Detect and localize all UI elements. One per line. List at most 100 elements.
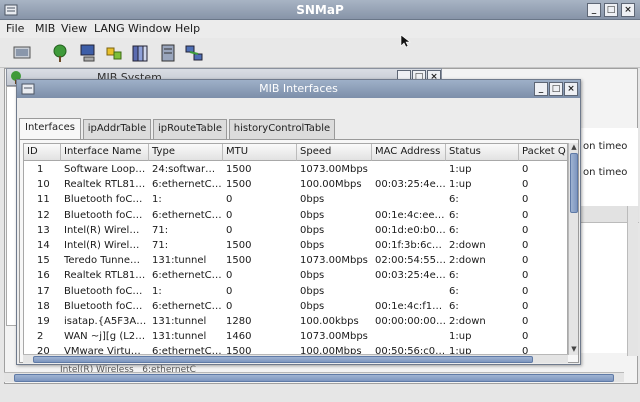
- table-row[interactable]: 16 Realtek RTL81… 6:ethernetC… 0 0bps 00:03:2…: [24, 268, 567, 283]
- table-cell: Bluetooth foC…: [64, 194, 143, 206]
- table-cell: 6:: [449, 209, 459, 221]
- vertical-scroll-thumb[interactable]: [570, 153, 578, 213]
- table-cell: 71:: [152, 240, 169, 251]
- scroll-up-icon[interactable]: ▲: [569, 143, 579, 152]
- column-header[interactable]: Speed: [297, 144, 372, 161]
- column-header[interactable]: Status: [446, 144, 519, 161]
- table-cell: 0bps: [300, 209, 325, 221]
- menu-file[interactable]: File: [6, 22, 24, 35]
- table-cell: 0: [522, 164, 529, 175]
- table-cell: 2:down: [449, 255, 486, 267]
- computer-icon[interactable]: [78, 43, 98, 63]
- menu-help[interactable]: Help: [175, 22, 200, 35]
- table-cell: 00:1d:e0:b0…: [375, 224, 446, 236]
- table-row[interactable]: 19 isatap.{A5F3A… 131:tunnel 1280 100.00kbps…: [24, 314, 567, 329]
- interfaces-table: ID Interface Name Type MTU Speed MAC Address S…: [23, 143, 568, 355]
- menu-view[interactable]: View: [61, 22, 87, 35]
- table-cell: 6:ethernetC…: [152, 300, 222, 312]
- table-cell: 0bps: [300, 194, 325, 206]
- tab-interfaces[interactable]: Interfaces: [19, 118, 81, 140]
- close-button[interactable]: ×: [621, 3, 635, 17]
- network-icon[interactable]: [184, 43, 204, 63]
- table-cell: Software Loop…: [64, 164, 146, 175]
- table-row[interactable]: 2 WAN ~j][g (L2… 131:tunnel 1460 1073.00Mbps…: [24, 329, 567, 344]
- table-cell: 02:00:54:55…: [375, 255, 446, 267]
- column-header[interactable]: MTU: [223, 144, 297, 161]
- table-cell: 1500: [226, 179, 252, 191]
- column-header[interactable]: MAC Address: [372, 144, 446, 161]
- horizontal-scroll-thumb[interactable]: [33, 356, 533, 363]
- app-menu-icon[interactable]: [4, 3, 18, 17]
- table-vertical-scrollbar[interactable]: ▲ ▼: [568, 143, 578, 355]
- table-cell: 00:00:00:00…: [375, 316, 446, 327]
- table-horizontal-scrollbar[interactable]: [23, 354, 568, 363]
- menu-lang[interactable]: LANG: [94, 22, 125, 35]
- table-row[interactable]: 17 Bluetooth foC… 1: 0 0bps 6: 0: [24, 284, 567, 299]
- window-menu-icon[interactable]: [21, 82, 35, 96]
- table-cell: 00:1f:3b:6c…: [375, 240, 442, 251]
- tab-iproutetable[interactable]: ipRouteTable: [153, 119, 227, 139]
- column-header[interactable]: Interface Name: [61, 144, 149, 161]
- interfaces-maximize-button[interactable]: □: [549, 82, 563, 96]
- table-cell: 6:: [449, 285, 459, 297]
- table-cell: 13: [37, 224, 50, 236]
- table-cell: 131:tunnel: [152, 331, 207, 343]
- column-header[interactable]: Type: [149, 144, 223, 161]
- table-row[interactable]: 1 Software Loop… 24:softwar… 1500 1073.00Mbp…: [24, 162, 567, 177]
- table-cell: [372, 192, 446, 207]
- table-cell: 0: [522, 255, 529, 267]
- main-horizontal-scroll-thumb[interactable]: [14, 374, 614, 382]
- menu-window[interactable]: Window: [128, 22, 171, 35]
- table-row[interactable]: 14 Intel(R) Wirel… 71: 1500 0bps 00:1f:3b:6c……: [24, 238, 567, 253]
- table-row[interactable]: 15 Teredo Tunne… 131:tunnel 1500 1073.00Mbps…: [24, 253, 567, 268]
- table-cell: Realtek RTL81…: [64, 270, 146, 282]
- table-cell: 19: [37, 316, 50, 327]
- mouse-cursor-icon: [400, 34, 411, 48]
- table-row[interactable]: 12 Bluetooth foC… 6:ethernetC… 0 0bps 00:1e:4…: [24, 208, 567, 223]
- table-cell: 6:: [449, 224, 459, 236]
- table-cell: 0: [522, 300, 529, 312]
- table-cell: 00:1e:4c:ee…: [375, 209, 445, 221]
- minimize-button[interactable]: _: [587, 3, 601, 17]
- table-cell: 0bps: [300, 240, 325, 251]
- table-cell: Teredo Tunne…: [64, 255, 141, 267]
- monitor-icon[interactable]: [12, 43, 32, 63]
- table-cell: 1073.00Mbps: [300, 255, 368, 267]
- maximize-button[interactable]: □: [604, 3, 618, 17]
- interfaces-minimize-button[interactable]: _: [534, 82, 548, 96]
- table-row[interactable]: 11 Bluetooth foC… 1: 0 0bps 6: 0: [24, 192, 567, 207]
- tab-ipaddrtable[interactable]: ipAddrTable: [83, 119, 151, 139]
- scroll-down-icon[interactable]: ▼: [569, 345, 579, 354]
- toolbar: [0, 34, 640, 68]
- table-row[interactable]: 18 Bluetooth foC… 6:ethernetC… 0 0bps 00:1e:4…: [24, 299, 567, 314]
- table-cell: 6:: [449, 270, 459, 282]
- background-scrollbar[interactable]: [627, 206, 638, 356]
- main-horizontal-scrollbar[interactable]: [4, 372, 624, 382]
- table-cell: 0: [226, 285, 233, 297]
- background-window: on timeo on timeo: [578, 128, 639, 356]
- column-header[interactable]: ID: [24, 144, 61, 161]
- table-row[interactable]: 10 Realtek RTL81… 6:ethernetC… 1500 100.00Mb…: [24, 177, 567, 192]
- main-title-bar: SNMaP _ □ ×: [0, 0, 640, 20]
- table-cell: 17: [37, 285, 50, 297]
- table-row[interactable]: 13 Intel(R) Wirel… 71: 0 0bps 00:1d:e0:b0… 6: 0: [24, 223, 567, 238]
- server-icon[interactable]: [158, 43, 178, 63]
- table-cell: 18: [37, 300, 50, 312]
- table-cell: Realtek RTL81…: [64, 179, 146, 191]
- table-cell: 2: [37, 331, 44, 343]
- books-icon[interactable]: [130, 43, 150, 63]
- table-cell: 131:tunnel: [152, 316, 207, 327]
- interfaces-close-button[interactable]: ×: [564, 82, 578, 96]
- puzzle-icon[interactable]: [104, 43, 124, 63]
- mib-interfaces-window[interactable]: MIB Interfaces _ □ × Interfaces ipAddrTa…: [16, 79, 581, 365]
- column-header[interactable]: Packet Q: [519, 144, 567, 161]
- table-cell: 6:ethernetC…: [152, 209, 222, 221]
- tree-icon[interactable]: [50, 43, 70, 63]
- table-cell: 00:03:25:4e…: [375, 179, 446, 191]
- table-cell: 0: [226, 224, 233, 236]
- table-cell: 6:ethernetC…: [152, 270, 222, 282]
- table-cell: 6:: [449, 300, 459, 312]
- menu-mib[interactable]: MIB: [35, 22, 55, 35]
- table-cell: 131:tunnel: [152, 255, 207, 267]
- tab-historycontroltable[interactable]: historyControlTable: [229, 119, 335, 139]
